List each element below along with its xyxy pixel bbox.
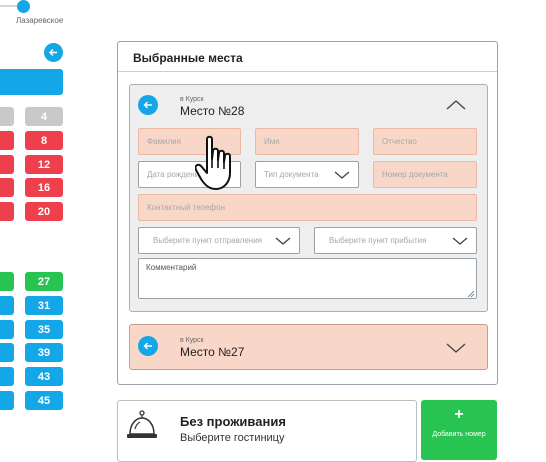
station-dot [17, 0, 30, 13]
seat-cell[interactable] [0, 320, 14, 339]
back-button[interactable] [44, 43, 63, 62]
arrow-left-icon [49, 49, 57, 56]
hand-pointer-icon [195, 135, 231, 190]
seat-cell[interactable] [0, 367, 14, 386]
seat-cell[interactable] [0, 131, 14, 150]
hotel-option-card[interactable] [117, 400, 417, 462]
chevron-down-icon [452, 237, 468, 245]
seat-button[interactable]: 16 [25, 178, 63, 197]
seat-title: Место №27 [180, 345, 245, 359]
seat-button[interactable]: 43 [25, 367, 63, 386]
chevron-down-icon [446, 343, 466, 353]
seat-cell[interactable] [0, 178, 14, 197]
doc-type-label: Тип документа [264, 170, 319, 179]
seat-title: Место №28 [180, 104, 245, 118]
seat-button[interactable]: 27 [25, 272, 63, 291]
chevron-down-icon [334, 171, 350, 179]
card-back-button[interactable] [138, 95, 158, 115]
seat-cell[interactable] [0, 155, 14, 174]
wagon-header-bar[interactable] [0, 69, 63, 95]
seat-button[interactable]: 20 [25, 202, 63, 221]
phone-field[interactable]: Контактный телефон [138, 194, 477, 221]
seat-button[interactable]: 4 [25, 107, 63, 126]
add-room-button[interactable]: + Добавить номер [421, 400, 497, 460]
seat-cell[interactable] [0, 343, 14, 362]
patronymic-field[interactable]: Отчество [373, 128, 477, 155]
doc-number-field[interactable]: Номер документа [373, 161, 477, 188]
hotel-subtitle[interactable]: Выберите гостиницу [180, 432, 284, 444]
seat-cell[interactable] [0, 391, 14, 410]
seat-button[interactable]: 12 [25, 155, 63, 174]
seat-cell[interactable] [0, 296, 14, 315]
seat-cell[interactable] [0, 202, 14, 221]
seat-button[interactable]: 31 [25, 296, 63, 315]
expand-button[interactable] [446, 341, 466, 359]
arrow-left-icon [143, 101, 152, 109]
resize-handle-icon[interactable] [467, 290, 475, 298]
card-back-button[interactable] [138, 336, 158, 356]
chevron-down-icon [275, 237, 291, 245]
plus-icon: + [454, 406, 464, 423]
arrival-label: Выберите пункт прибытия [329, 236, 427, 245]
collapse-button[interactable] [446, 98, 466, 116]
seat-button[interactable]: 8 [25, 131, 63, 150]
seat-button[interactable]: 35 [25, 320, 63, 339]
arrow-left-icon [143, 342, 152, 350]
hotel-title: Без проживания [180, 414, 286, 429]
arrival-select[interactable]: Выберите пункт прибытия [314, 227, 477, 254]
seat-button[interactable]: 39 [25, 343, 63, 362]
departure-label: Выберите пункт отправления [153, 236, 262, 245]
comment-textarea[interactable]: Комментарий [138, 258, 477, 299]
panel-title: Выбранные места [133, 51, 243, 65]
seat-cell[interactable] [0, 107, 14, 126]
direction-label: в Курск [180, 96, 204, 103]
station-label: Лазаревское [16, 16, 64, 25]
route-line [0, 5, 17, 7]
seat-cell[interactable] [0, 272, 14, 291]
direction-label: в Курск [180, 337, 204, 344]
departure-select[interactable]: Выберите пункт отправления [138, 227, 300, 254]
name-field[interactable]: Имя [255, 128, 359, 155]
chevron-up-icon [446, 100, 466, 110]
add-room-label: Добавить номер [432, 431, 486, 438]
seat-button[interactable]: 45 [25, 391, 63, 410]
divider [118, 71, 497, 72]
doc-type-select[interactable]: Тип документа [255, 161, 359, 188]
service-bell-icon [127, 410, 157, 438]
